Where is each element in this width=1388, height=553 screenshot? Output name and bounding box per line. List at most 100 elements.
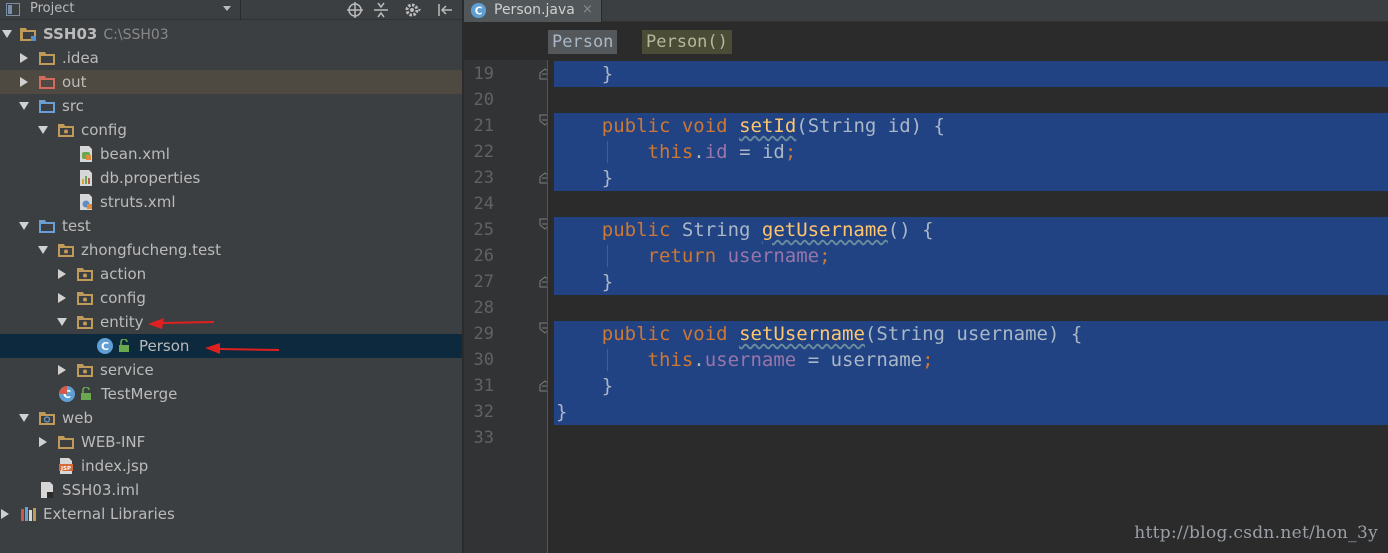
- tree-item-label: entity: [100, 313, 144, 331]
- code-token: }: [556, 63, 614, 85]
- tree-item-label: web: [62, 409, 94, 427]
- web-folder-icon: [39, 412, 55, 425]
- code-token: ;: [784, 141, 797, 163]
- project-view-icon[interactable]: [6, 3, 20, 16]
- breadcrumb-class[interactable]: Person: [548, 30, 618, 54]
- collapse-all-icon[interactable]: [372, 1, 390, 19]
- collapsed-arrow-icon[interactable]: [57, 365, 67, 375]
- code-token: = username: [796, 349, 923, 371]
- tree-item-entity[interactable]: entity: [0, 310, 462, 334]
- line-number: 24: [473, 194, 494, 214]
- tree-item-config-src[interactable]: config: [0, 118, 462, 142]
- expanded-arrow-icon[interactable]: [2, 29, 12, 39]
- collapsed-arrow-icon[interactable]: [19, 77, 29, 87]
- tree-item-test[interactable]: test: [0, 214, 462, 238]
- svg-text:C: C: [475, 5, 483, 17]
- tree-item-ssh03-iml[interactable]: SSH03.iml: [0, 478, 462, 502]
- spring-xml-icon: [80, 146, 92, 162]
- tree-item-ssh03[interactable]: SSH03 C:\SSH03: [0, 22, 462, 46]
- java-class-icon: C: [470, 2, 487, 19]
- tree-item-label: db.properties: [100, 169, 201, 187]
- code-token: username: [727, 245, 820, 267]
- tree-item-idea[interactable]: .idea: [0, 46, 462, 70]
- expanded-arrow-icon[interactable]: [57, 317, 67, 327]
- tree-item-label: out: [62, 73, 87, 91]
- tree-item-config-test[interactable]: config: [0, 286, 462, 310]
- tree-item-index-jsp[interactable]: JSP index.jsp: [0, 454, 462, 478]
- tree-item-bean-xml[interactable]: bean.xml: [0, 142, 462, 166]
- properties-file-icon: [80, 170, 92, 186]
- line-number: 26: [473, 246, 494, 266]
- tree-item-path: C:\SSH03: [103, 27, 169, 43]
- tree-item-testmerge[interactable]: C TestMerge: [0, 382, 462, 406]
- gear-icon[interactable]: [404, 1, 422, 19]
- tree-item-out[interactable]: out: [0, 70, 462, 94]
- package-icon: [77, 268, 93, 281]
- line-number: 28: [473, 298, 494, 318]
- package-icon: [77, 316, 93, 329]
- tree-item-web-inf[interactable]: WEB-INF: [0, 430, 462, 454]
- svg-text:C: C: [101, 340, 109, 353]
- tree-item-web[interactable]: web: [0, 406, 462, 430]
- code-area[interactable]: } public void setId(String id) { this.id…: [548, 60, 1388, 553]
- code-token: this: [647, 349, 694, 371]
- tree-item-src[interactable]: src: [0, 94, 462, 118]
- expanded-arrow-icon[interactable]: [19, 101, 29, 111]
- expanded-arrow-icon[interactable]: [38, 245, 48, 255]
- line-number: 19: [473, 64, 494, 84]
- code-token: setId: [739, 115, 797, 137]
- collapsed-arrow-icon[interactable]: [38, 437, 48, 447]
- tree-item-db-properties[interactable]: db.properties: [0, 166, 462, 190]
- close-icon[interactable]: ×: [582, 0, 593, 20]
- unlocked-icon: [119, 339, 129, 352]
- project-panel-title[interactable]: Project: [30, 1, 74, 16]
- expanded-arrow-icon[interactable]: [19, 413, 29, 423]
- libraries-icon: [21, 507, 36, 521]
- tree-item-service[interactable]: service: [0, 358, 462, 382]
- folder-icon: [58, 436, 74, 449]
- tab-person-java[interactable]: C Person.java ×: [464, 0, 602, 22]
- collapsed-arrow-icon[interactable]: [57, 293, 67, 303]
- svg-text:JSP: JSP: [60, 466, 71, 472]
- expanded-arrow-icon[interactable]: [19, 221, 29, 231]
- collapsed-arrow-icon[interactable]: [57, 269, 67, 279]
- package-icon: [77, 292, 93, 305]
- line-number-gutter[interactable]: 19 20 21 22 23 24 25 26 27 28 29 30 31 32 33: [464, 60, 551, 553]
- chevron-down-icon[interactable]: [222, 5, 232, 13]
- breadcrumb-method[interactable]: Person(): [642, 30, 732, 54]
- expanded-arrow-icon[interactable]: [38, 125, 48, 135]
- code-token: public: [601, 219, 671, 241]
- scroll-from-source-icon[interactable]: [346, 1, 364, 19]
- code-token: public: [601, 115, 671, 137]
- module-folder-icon: [20, 28, 36, 41]
- tree-item-zhongfucheng-test[interactable]: zhongfucheng.test: [0, 238, 462, 262]
- line-number: 22: [473, 142, 494, 162]
- tree-item-external-libraries[interactable]: External Libraries: [0, 502, 462, 526]
- code-line: }: [556, 269, 1388, 295]
- tree-item-label: .idea: [62, 49, 99, 67]
- code-token: .: [693, 141, 705, 163]
- code-line: }: [556, 165, 1388, 191]
- code-token: ;: [922, 349, 934, 371]
- tree-item-label: WEB-INF: [81, 433, 146, 451]
- collapsed-arrow-icon[interactable]: [19, 53, 29, 63]
- collapsed-arrow-icon[interactable]: [0, 509, 10, 519]
- code-line: this.username = username;: [556, 347, 1388, 373]
- annotation-arrow-icon: [205, 343, 280, 354]
- code-line: return username;: [556, 243, 1388, 269]
- tree-item-label: src: [62, 97, 84, 115]
- java-class-icon: C: [97, 338, 113, 354]
- code-token: .: [693, 349, 705, 371]
- code-token: = id: [727, 141, 785, 163]
- tree-item-label: action: [100, 265, 147, 283]
- tree-item-action[interactable]: action: [0, 262, 462, 286]
- hide-panel-icon[interactable]: [436, 1, 454, 19]
- tree-item-struts-xml[interactable]: struts.xml: [0, 190, 462, 214]
